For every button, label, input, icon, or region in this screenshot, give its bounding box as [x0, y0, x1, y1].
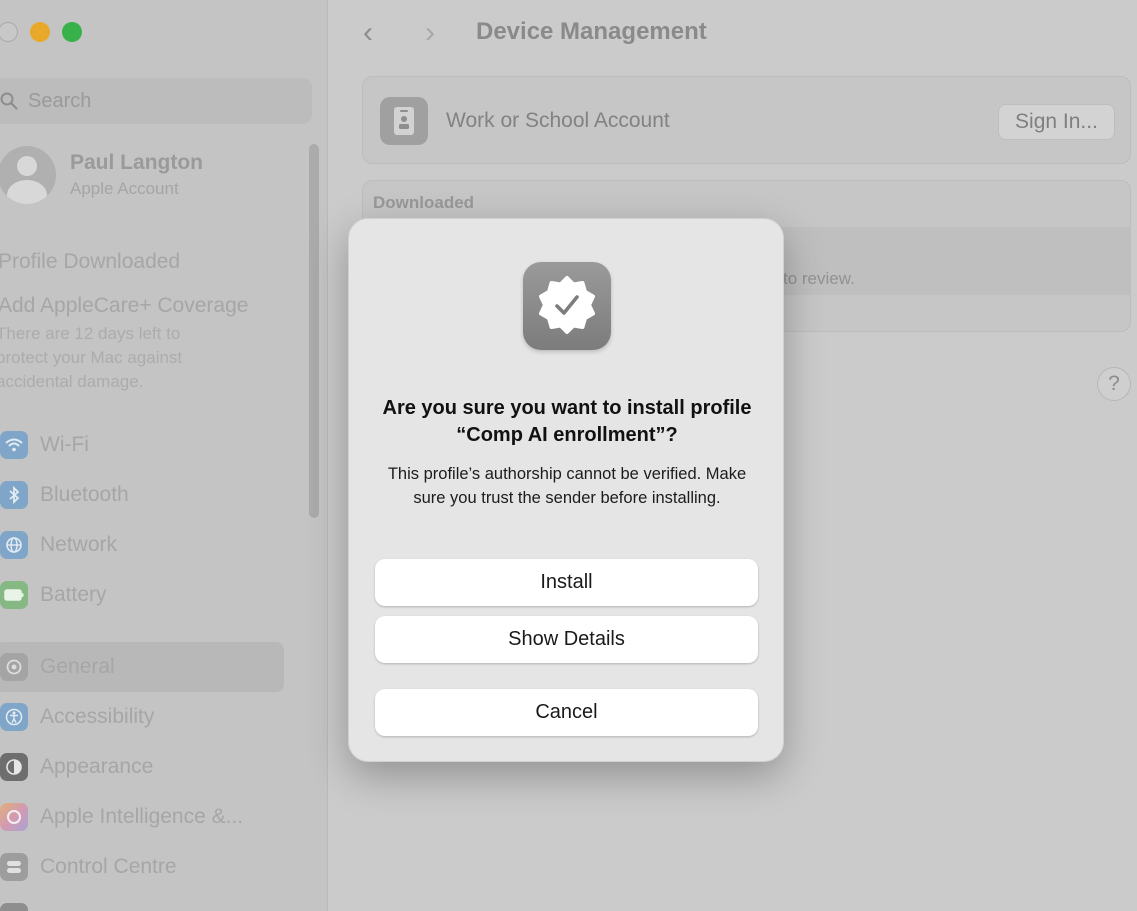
sidebar-item-accessibility[interactable]: Accessibility [0, 692, 284, 742]
page-title: Device Management [476, 18, 707, 45]
sidebar-item-label: Wi-Fi [40, 433, 89, 456]
downloaded-row-text: to review. [783, 269, 855, 288]
zoom-window-button[interactable] [62, 22, 82, 42]
install-profile-dialog: Are you sure you want to install profile… [348, 218, 784, 762]
search-field[interactable] [0, 78, 312, 124]
appearance-icon [0, 753, 28, 781]
back-button[interactable]: ‹ [363, 16, 373, 50]
id-badge-icon [380, 97, 428, 145]
sidebar-item-bluetooth[interactable]: Bluetooth [0, 470, 284, 520]
sidebar-item-battery[interactable]: Battery [0, 570, 284, 620]
desktop-icon [0, 903, 28, 911]
apple-account-row[interactable]: Paul Langton Apple Account [0, 146, 203, 204]
applecare-title[interactable]: Add AppleCare+ Coverage [0, 294, 248, 318]
bluetooth-icon [0, 481, 28, 509]
sidebar-item-label: Battery [40, 583, 107, 606]
sidebar-item-wifi[interactable]: Wi-Fi [0, 420, 284, 470]
sidebar-item-partial[interactable] [0, 892, 284, 911]
applecare-description: There are 12 days left to protect your M… [0, 324, 183, 391]
sidebar-item-apple-intelligence[interactable]: Apple Intelligence &... [0, 792, 284, 842]
profile-downloaded-link[interactable]: Profile Downloaded [0, 250, 180, 274]
dialog-title: Are you sure you want to install profile… [382, 397, 752, 446]
sidebar-item-network[interactable]: Network [0, 520, 284, 570]
search-input[interactable] [28, 89, 288, 113]
window-controls [0, 22, 82, 44]
dialog-message: This profile’s authorship cannot be veri… [387, 465, 747, 507]
sidebar-item-label: General [40, 655, 115, 678]
sidebar-item-label: Apple Intelligence &... [40, 805, 244, 828]
wifi-icon [0, 431, 28, 459]
sidebar-scrollbar[interactable] [309, 144, 319, 518]
battery-icon [0, 581, 28, 609]
control-centre-icon [0, 853, 28, 881]
downloaded-header: Downloaded [373, 193, 475, 212]
sidebar-item-control-centre[interactable]: Control Centre [0, 842, 284, 892]
work-account-label: Work or School Account [446, 109, 670, 132]
toolbar: ‹ › Device Management [329, 0, 1137, 64]
account-name: Paul Langton [70, 151, 203, 174]
cancel-button[interactable]: Cancel [375, 689, 758, 736]
apple-intelligence-icon [0, 803, 28, 831]
close-window-button[interactable] [0, 22, 18, 42]
sidebar-item-label: Accessibility [40, 705, 155, 728]
globe-icon [0, 531, 28, 559]
show-details-button[interactable]: Show Details [375, 616, 758, 663]
accessibility-icon [0, 703, 28, 731]
sidebar-item-label: Control Centre [40, 855, 177, 878]
sidebar: Paul Langton Apple Account Profile Downl… [0, 0, 328, 911]
forward-button[interactable]: › [425, 16, 435, 50]
gear-icon [0, 653, 28, 681]
sidebar-item-label: Appearance [40, 755, 154, 778]
install-button[interactable]: Install [375, 559, 758, 606]
help-button[interactable]: ? [1097, 367, 1131, 401]
work-account-card: Work or School Account Sign In... [362, 76, 1131, 164]
sign-in-button[interactable]: Sign In... [998, 104, 1115, 140]
sidebar-item-label: Bluetooth [40, 483, 129, 506]
account-subtitle: Apple Account [70, 179, 179, 198]
minimize-window-button[interactable] [30, 22, 50, 42]
sidebar-item-appearance[interactable]: Appearance [0, 742, 284, 792]
avatar [0, 146, 56, 204]
sidebar-item-label: Network [40, 533, 118, 556]
verified-badge-icon [523, 262, 611, 350]
search-icon [0, 92, 18, 110]
sidebar-item-general[interactable]: General [0, 642, 284, 692]
